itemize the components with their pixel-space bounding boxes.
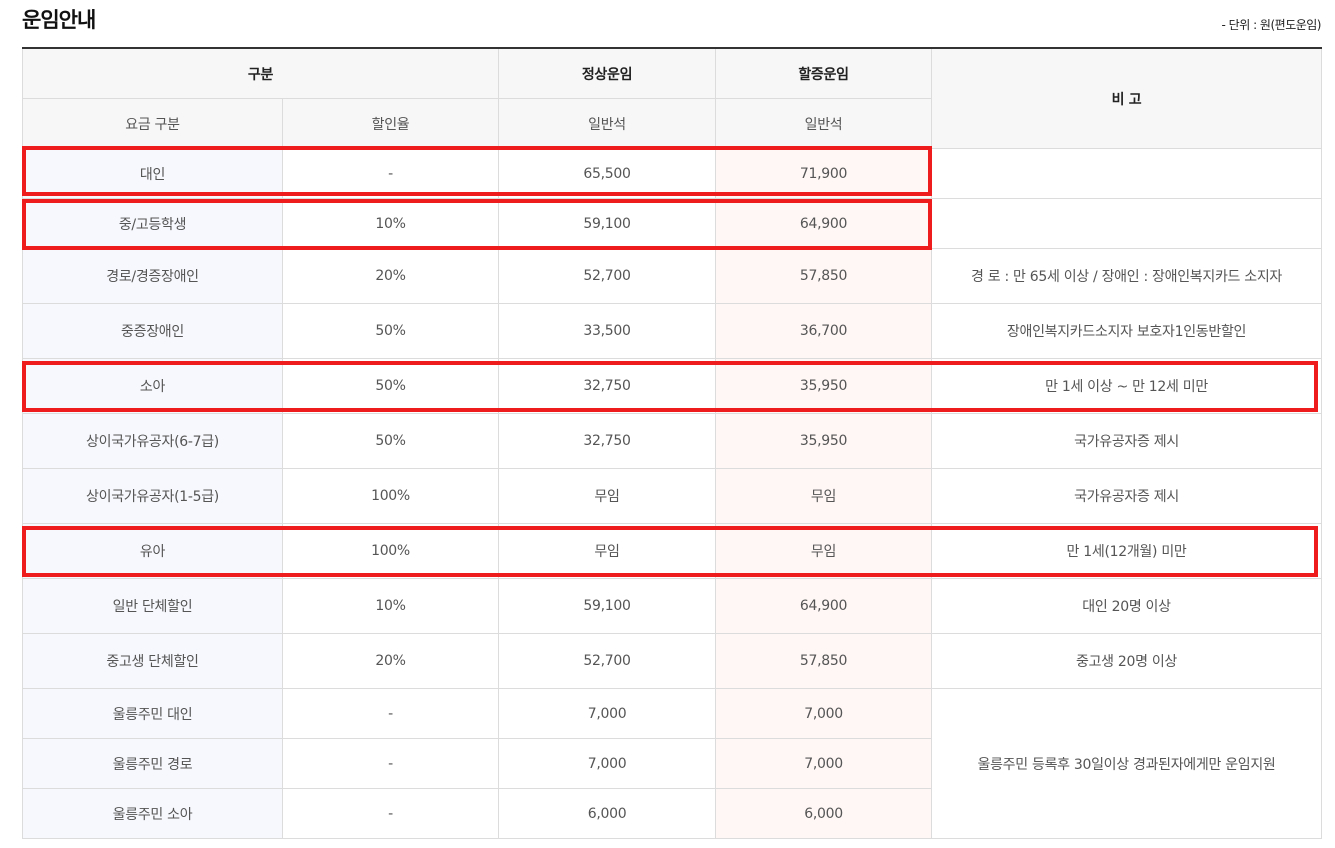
fare-type: 중증장애인 (22, 303, 283, 359)
table-row: 경로/경증장애인 20% 52,700 57,850 경 로 : 만 65세 이… (22, 248, 1323, 304)
discount-rate: 50% (281, 358, 500, 414)
table-row: 일반 단체할인 10% 59,100 64,900 대인 20명 이상 (22, 578, 1323, 634)
discount-rate: 20% (281, 633, 500, 689)
surge-fare: 64,900 (715, 578, 933, 634)
discount-rate: 50% (281, 413, 500, 469)
fare-type: 상이국가유공자(6-7급) (22, 413, 283, 469)
remark: 국가유공자증 제시 (931, 468, 1323, 524)
remark: 국가유공자증 제시 (931, 413, 1323, 469)
remark: 대인 20명 이상 (931, 578, 1323, 634)
discount-rate: - (281, 788, 500, 839)
header-surge-seat: 일반석 (715, 98, 933, 149)
table-row: 울릉주민 대인 - 7,000 7,000 울릉주민 등록후 30일이상 경과된… (22, 688, 1323, 839)
discount-rate: 100% (281, 468, 500, 524)
surge-fare: 35,950 (715, 358, 933, 414)
surge-fare: 6,000 (715, 788, 933, 839)
remark (931, 148, 1323, 199)
table-row: 대인 - 65,500 71,900 (22, 148, 1323, 199)
normal-fare: 32,750 (498, 413, 717, 469)
fare-type: 유아 (22, 523, 283, 579)
fare-type: 소아 (22, 358, 283, 414)
remark: 장애인복지카드소지자 보호자1인동반할인 (931, 303, 1323, 359)
table-row: 상이국가유공자(1-5급) 100% 무임 무임 국가유공자증 제시 (22, 468, 1323, 524)
normal-fare: 7,000 (498, 688, 717, 739)
fare-type: 경로/경증장애인 (22, 248, 283, 304)
header-remarks: 비 고 (931, 47, 1323, 149)
normal-fare: 33,500 (498, 303, 717, 359)
normal-fare: 59,100 (498, 198, 717, 249)
fare-type: 울릉주민 경로 (22, 738, 283, 789)
fare-type: 상이국가유공자(1-5급) (22, 468, 283, 524)
surge-fare: 무임 (715, 523, 933, 579)
table-row: 중고생 단체할인 20% 52,700 57,850 중고생 20명 이상 (22, 633, 1323, 689)
surge-fare: 57,850 (715, 633, 933, 689)
normal-fare: 7,000 (498, 738, 717, 789)
discount-rate: 10% (281, 578, 500, 634)
normal-fare: 52,700 (498, 633, 717, 689)
fare-type: 울릉주민 대인 (22, 688, 283, 739)
normal-fare: 32,750 (498, 358, 717, 414)
discount-rate: 50% (281, 303, 500, 359)
normal-fare: 65,500 (498, 148, 717, 199)
fare-type: 울릉주민 소아 (22, 788, 283, 839)
discount-rate: - (281, 688, 500, 739)
header-normal-fare: 정상운임 (498, 47, 717, 99)
discount-rate: - (281, 738, 500, 789)
remark: 만 1세 이상 ~ 만 12세 미만 (931, 358, 1323, 414)
table-row: 유아 100% 무임 무임 만 1세(12개월) 미만 (22, 523, 1323, 579)
fare-table: 구분 정상운임 할증운임 비 고 요금 구분 할인율 일반석 일반석 대인 - … (21, 47, 1323, 839)
normal-fare: 6,000 (498, 788, 717, 839)
surge-fare: 64,900 (715, 198, 933, 249)
remark: 경 로 : 만 65세 이상 / 장애인 : 장애인복지카드 소지자 (931, 248, 1323, 304)
table-row: 상이국가유공자(6-7급) 50% 32,750 35,950 국가유공자증 제… (22, 413, 1323, 469)
unit-note: - 단위 : 원(편도운임) (1221, 18, 1322, 32)
surge-fare: 36,700 (715, 303, 933, 359)
page-title: 운임안내 (22, 8, 96, 32)
normal-fare: 59,100 (498, 578, 717, 634)
remark (931, 198, 1323, 249)
header-discount-rate: 할인율 (281, 98, 500, 149)
fare-type: 중고생 단체할인 (22, 633, 283, 689)
surge-fare: 71,900 (715, 148, 933, 199)
remark: 울릉주민 등록후 30일이상 경과된자에게만 운임지원 (931, 688, 1323, 839)
table-row: 소아 50% 32,750 35,950 만 1세 이상 ~ 만 12세 미만 (22, 358, 1323, 414)
discount-rate: 10% (281, 198, 500, 249)
fare-type: 대인 (22, 148, 283, 199)
header-category: 구분 (21, 47, 500, 99)
discount-rate: 20% (281, 248, 500, 304)
surge-fare: 57,850 (715, 248, 933, 304)
fare-type: 일반 단체할인 (22, 578, 283, 634)
surge-fare: 7,000 (715, 688, 933, 739)
header-surge-fare: 할증운임 (715, 47, 933, 99)
fare-type: 중/고등학생 (22, 198, 283, 249)
normal-fare: 52,700 (498, 248, 717, 304)
discount-rate: - (281, 148, 500, 199)
table-row: 중증장애인 50% 33,500 36,700 장애인복지카드소지자 보호자1인… (22, 303, 1323, 359)
normal-fare: 무임 (498, 468, 717, 524)
surge-fare: 7,000 (715, 738, 933, 789)
remark: 만 1세(12개월) 미만 (931, 523, 1323, 579)
remark: 중고생 20명 이상 (931, 633, 1323, 689)
surge-fare: 무임 (715, 468, 933, 524)
table-row: 중/고등학생 10% 59,100 64,900 (22, 198, 1323, 249)
header-fare-type: 요금 구분 (22, 98, 283, 149)
header-normal-seat: 일반석 (498, 98, 717, 149)
surge-fare: 35,950 (715, 413, 933, 469)
discount-rate: 100% (281, 523, 500, 579)
normal-fare: 무임 (498, 523, 717, 579)
